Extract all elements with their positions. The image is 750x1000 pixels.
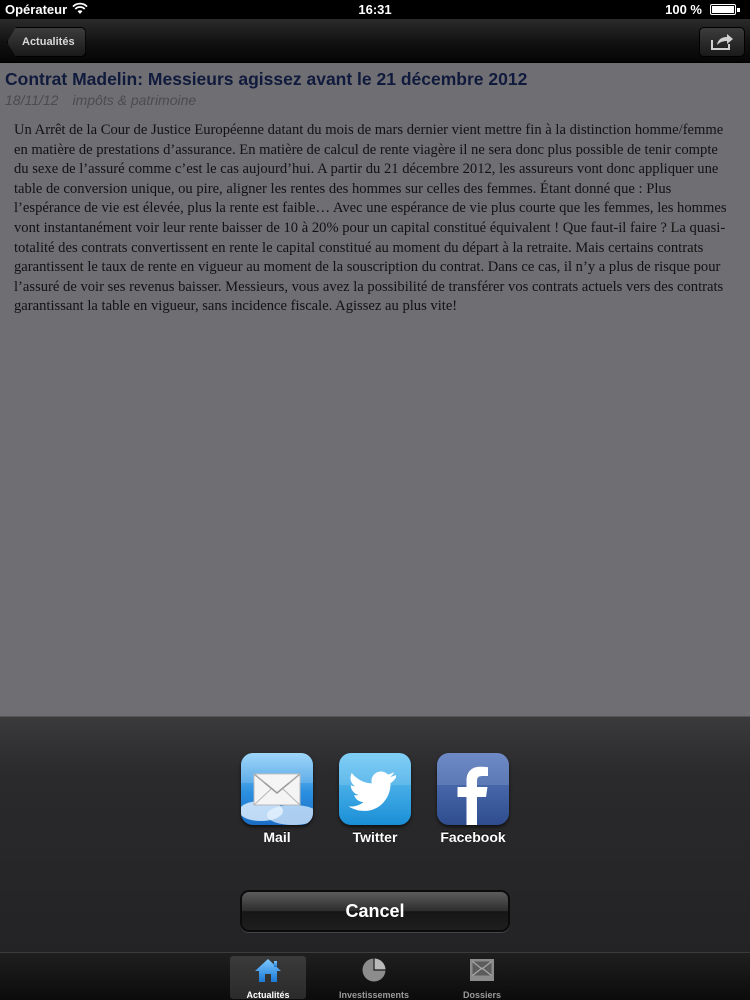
- share-icon: [711, 34, 733, 50]
- tab-dossiers[interactable]: Dossiers: [444, 956, 520, 1000]
- twitter-icon: [339, 753, 411, 825]
- tab-label: Investissements: [338, 990, 410, 1000]
- share-option-label: Twitter: [352, 829, 398, 845]
- clock: 16:31: [358, 2, 392, 17]
- facebook-icon: [437, 753, 509, 825]
- battery-icon: [710, 4, 740, 15]
- share-sheet: Mail Twitter Facebook Cancel: [0, 716, 750, 952]
- home-icon: [255, 959, 281, 982]
- status-bar: Opérateur 16:31 100 %: [0, 0, 750, 19]
- tab-label: Dossiers: [462, 990, 502, 1000]
- share-option-label: Facebook: [440, 829, 506, 845]
- tab-bar: Actualités Investissements Dossiers: [0, 952, 750, 1000]
- tab-label: Actualités: [246, 990, 290, 1000]
- tab-actualites[interactable]: Actualités: [230, 956, 306, 1000]
- share-option-mail[interactable]: Mail: [232, 753, 322, 845]
- share-option-label: Mail: [263, 829, 291, 845]
- folder-icon: [470, 959, 494, 981]
- navigation-bar: Actualités: [0, 19, 750, 63]
- article-title: Contrat Madelin: Messieurs agissez avant…: [5, 69, 528, 89]
- article-category: impôts & patrimoine: [72, 92, 197, 108]
- mail-icon: [241, 753, 313, 825]
- battery-percentage: 100 %: [665, 2, 702, 17]
- tab-investissements[interactable]: Investissements: [336, 956, 412, 1000]
- pie-chart-icon: [362, 958, 386, 982]
- back-button[interactable]: Actualités: [7, 27, 86, 57]
- article-date: 18/11/12: [5, 92, 59, 108]
- share-option-twitter[interactable]: Twitter: [330, 753, 420, 845]
- article-view: Contrat Madelin: Messieurs agissez avant…: [0, 63, 750, 716]
- share-button[interactable]: [699, 27, 745, 57]
- article-body: Un Arrêt de la Cour de Justice Européenn…: [14, 122, 727, 315]
- share-option-facebook[interactable]: Facebook: [428, 753, 518, 845]
- cancel-button[interactable]: Cancel: [240, 890, 510, 932]
- article-meta: 18/11/12 impôts & patrimoine: [5, 92, 196, 108]
